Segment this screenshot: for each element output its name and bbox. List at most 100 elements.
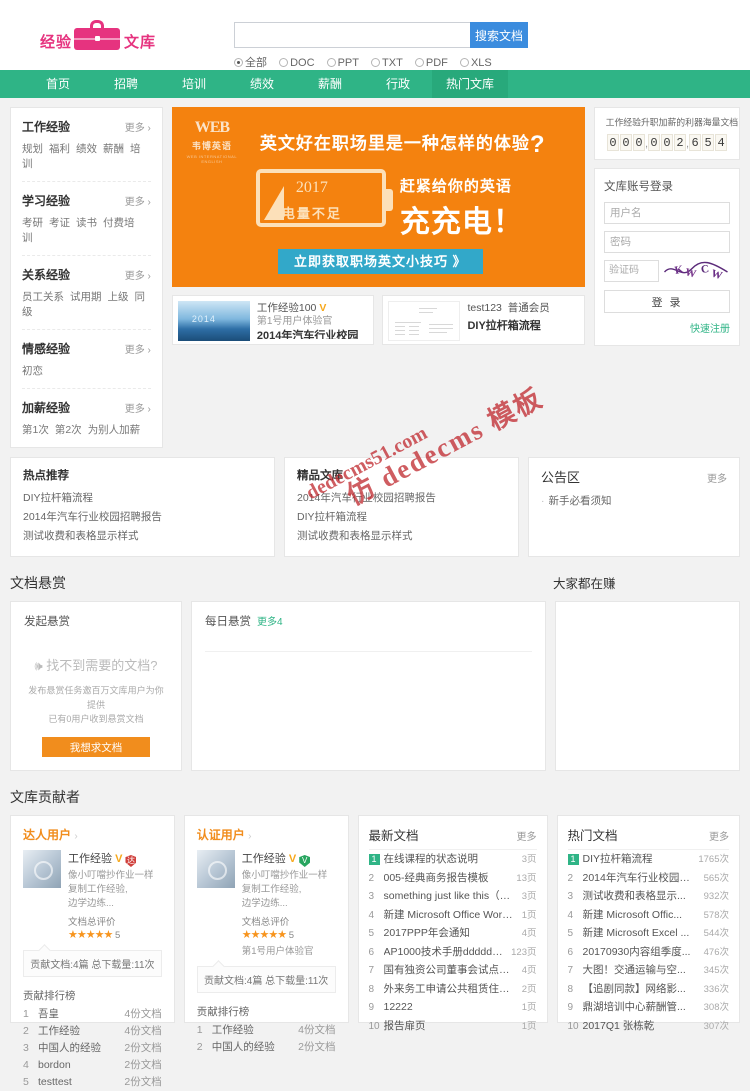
category-more-link[interactable]: 更多 › [125, 119, 151, 134]
list-item[interactable]: 4 新建 Microsoft Offic... 578次 [568, 907, 729, 925]
login-button[interactable]: 登 录 [604, 290, 730, 313]
category-work: 工作经验 更多 › 规划 福利 绩效 薪酬 培训 [22, 108, 151, 182]
rank-row[interactable]: 2 工作经验 4份文档 [23, 1023, 162, 1040]
list-item[interactable]: 2014年汽车行业校园招聘报告 [23, 508, 262, 527]
list-item[interactable]: 新手必看须知 [541, 492, 727, 511]
user-name[interactable]: 工作经验 V V [242, 850, 336, 867]
list-item[interactable]: 5 2017PPP年会通知 4页 [369, 925, 537, 943]
tag[interactable]: 福利 [49, 143, 70, 155]
doc-card[interactable]: test123 普通会员 DIY拉杆箱流程 [382, 295, 586, 345]
captcha-input[interactable]: 验证码 [604, 260, 659, 282]
more-link[interactable]: 更多 [709, 828, 729, 843]
nav-item-home[interactable]: 首页 [24, 70, 92, 98]
rank-row[interactable]: 1 吾皇 4份文档 [23, 1006, 162, 1023]
tag[interactable]: 规划 [22, 143, 43, 155]
avatar[interactable] [23, 850, 61, 888]
captcha-image[interactable]: K W C W [663, 260, 730, 282]
register-link[interactable]: 快速注册 [604, 320, 730, 335]
nav-item-recruit[interactable]: 招聘 [92, 70, 160, 98]
tag[interactable]: 读书 [76, 217, 97, 229]
nav-item-performance[interactable]: 绩效 [228, 70, 296, 98]
search-button[interactable]: 搜索文档 [470, 22, 528, 48]
password-field[interactable]: 密码 [604, 231, 730, 253]
list-item[interactable]: 4新建 Microsoft Office Word 200...1页 [369, 907, 537, 925]
list-item[interactable]: 2 005-经典商务报告模板 13页 [369, 870, 537, 888]
request-doc-button[interactable]: 我想求文档 [42, 737, 150, 757]
rank-row[interactable]: 4 bordon 2份文档 [23, 1057, 162, 1074]
list-item[interactable]: 2014年汽车行业校园招聘报告 [297, 489, 506, 508]
category-tags: 考研 考证 读书 付费培训 [22, 216, 151, 246]
more-link[interactable]: 更多 [517, 828, 537, 843]
tag[interactable]: 考证 [49, 217, 70, 229]
list-item[interactable]: 6 20170930内容组季度... 476次 [568, 944, 729, 962]
list-item[interactable]: 9 鼎湖培训中心薪酬管... 308次 [568, 999, 729, 1017]
rank-row[interactable]: 2 中国人的经验 2份文档 [197, 1039, 336, 1056]
tag[interactable]: 上级 [108, 291, 129, 303]
nav-item-admin[interactable]: 行政 [364, 70, 432, 98]
radio-icon [459, 58, 469, 67]
filter-pdf[interactable]: PDF [414, 57, 448, 69]
banner-cta-button[interactable]: 立即获取职场英文小技巧 》 [277, 249, 483, 274]
doc-card-title[interactable]: DIY拉杆箱流程 [467, 319, 549, 333]
doc-card-title[interactable]: 2014年汽车行业校园招聘报告 [257, 329, 369, 339]
site-logo[interactable]: 经验 文库 [38, 18, 158, 54]
rank-row[interactable]: 5 testtest 2份文档 [23, 1074, 162, 1091]
tag[interactable]: 第1次 [22, 424, 49, 436]
category-more-link[interactable]: 更多 › [125, 193, 151, 208]
filter-doc[interactable]: DOC [279, 57, 315, 69]
tag[interactable]: 初恋 [22, 365, 43, 377]
more-link[interactable]: 更多4 [257, 613, 283, 628]
center-column: WEB 韦博英语 WEB INTERNATIONAL ENGLISH 英文好在职… [171, 107, 586, 448]
username-field[interactable]: 用户名 [604, 202, 730, 224]
tag[interactable]: 薪酬 [103, 143, 124, 155]
list-item[interactable]: 5 新建 Microsoft Excel ... 544次 [568, 925, 729, 943]
list-item[interactable]: 3 测试收费和表格显示... 932次 [568, 888, 729, 906]
filter-all[interactable]: 全部 [234, 54, 267, 70]
expert-heading[interactable]: 达人用户 › [23, 826, 162, 843]
rank-row[interactable]: 3 中国人的经验 2份文档 [23, 1040, 162, 1057]
doc-card[interactable]: 工作经验100 V 第1号用户体验官 2014年汽车行业校园招聘报告 [171, 295, 375, 345]
tag[interactable]: 绩效 [76, 143, 97, 155]
category-more-link[interactable]: 更多 › [125, 267, 151, 282]
avatar[interactable] [196, 850, 235, 888]
section-title: 热门文档 [567, 829, 618, 843]
list-item[interactable]: 1 在线课程的状态说明 3页 [368, 851, 537, 869]
list-item[interactable]: 测试收费和表格显示样式 [297, 527, 506, 546]
list-item[interactable]: 7国有独资公司董事会试点企业职工...4页 [369, 962, 537, 980]
list-item[interactable]: 2 2014年汽车行业校园招聘... 565次 [568, 870, 729, 888]
list-item[interactable]: 10 报告扉页 1页 [369, 1018, 537, 1036]
list-item[interactable]: DIY拉杆箱流程 [23, 489, 262, 508]
tag[interactable]: 试用期 [70, 291, 102, 303]
list-item[interactable]: 3something just like this（Madily...3页 [369, 888, 537, 906]
list-item[interactable]: 10 2017Q1 张栋乾 307次 [568, 1018, 729, 1036]
rank-row[interactable]: 1 工作经验 4份文档 [197, 1022, 336, 1039]
nav-item-training[interactable]: 培训 [160, 70, 228, 98]
nav-item-salary[interactable]: 薪酬 [296, 70, 364, 98]
list-item[interactable]: 8外来务工申请公共租赁住房保障申...2页 [369, 981, 537, 999]
list-item[interactable]: 测试收费和表格显示样式 [23, 527, 262, 546]
category-more-link[interactable]: 更多 › [125, 341, 151, 356]
search-input[interactable] [234, 22, 470, 48]
list-item[interactable]: 8 【追剧同款】网络影... 336次 [568, 981, 729, 999]
tag[interactable]: 第2次 [55, 424, 82, 436]
nav-item-hot-library[interactable]: 热门文库 [432, 70, 508, 98]
tag[interactable]: 员工关系 [22, 291, 64, 303]
list-item[interactable]: 7 大图！交通运输与空... 345次 [568, 962, 729, 980]
tag[interactable]: 为别人加薪 [88, 424, 141, 436]
user-name[interactable]: 工作经验 V 达 [68, 850, 162, 867]
filter-ppt[interactable]: PPT [326, 57, 359, 69]
list-item[interactable]: 9 12222 1页 [369, 999, 537, 1017]
category-more-link[interactable]: 更多 › [125, 400, 151, 415]
filter-txt[interactable]: TXT [371, 57, 403, 69]
rank-title: 贡献排行榜 [196, 1006, 250, 1018]
list-item[interactable]: 1 DIY拉杆箱流程 1765次 [567, 851, 729, 869]
promo-banner[interactable]: WEB 韦博英语 WEB INTERNATIONAL ENGLISH 英文好在职… [171, 107, 585, 287]
filter-xls[interactable]: XLS [459, 57, 492, 69]
list-item[interactable]: 6AP1000技术手册ddddd@#@#@,...123页 [369, 944, 537, 962]
more-link[interactable]: 更多 [707, 470, 727, 485]
tag[interactable]: 考研 [22, 217, 43, 229]
start-bounty-card: 发起悬赏 🕪 找不到需要的文档? 发布悬赏任务邀百万文库用户为你提供 已有0用户… [10, 601, 182, 771]
login-title: 文库账号登录 [604, 181, 673, 193]
list-item[interactable]: DIY拉杆箱流程 [297, 508, 506, 527]
certified-heading[interactable]: 认证用户 › [197, 826, 336, 843]
